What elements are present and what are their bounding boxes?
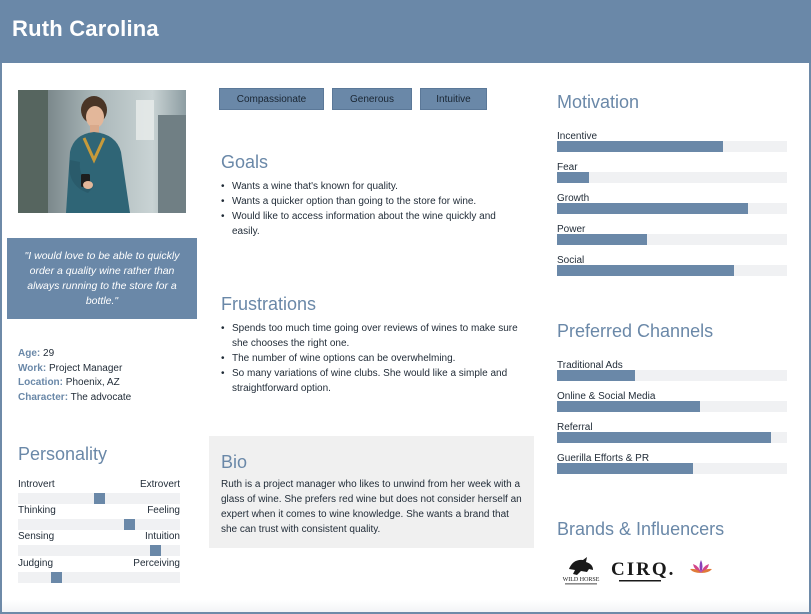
brand-logos: WILD HORSE CIRQ. bbox=[557, 555, 787, 587]
trait-right-label: Perceiving bbox=[133, 558, 180, 569]
lotus-logo bbox=[690, 558, 712, 576]
motivation-item: Incentive bbox=[557, 131, 787, 155]
list-item: So many variations of wine clubs. She wo… bbox=[221, 366, 521, 396]
bar-fill bbox=[557, 141, 723, 152]
bio-heading: Bio bbox=[221, 452, 248, 472]
brands-heading: Brands & Influencers bbox=[557, 519, 725, 539]
motivation-item: Growth bbox=[557, 193, 787, 217]
personality-trait: Thinking Feeling bbox=[18, 505, 180, 531]
bar-track bbox=[557, 370, 787, 381]
trait-marker bbox=[94, 493, 105, 504]
header-banner: Ruth Carolina bbox=[0, 0, 811, 63]
list-item: Spends too much time going over reviews … bbox=[221, 321, 521, 351]
list-item: The number of wine options can be overwh… bbox=[221, 351, 521, 366]
list-item: Wants a quicker option than going to the… bbox=[221, 194, 521, 209]
trait-left-label: Sensing bbox=[18, 531, 55, 542]
trait-right-label: Extrovert bbox=[139, 479, 180, 490]
fact-location: Location: Phoenix, AZ bbox=[18, 376, 131, 391]
fact-value: The advocate bbox=[70, 391, 132, 403]
lotus-icon bbox=[690, 560, 712, 573]
cirq-wordmark: CIRQ. bbox=[611, 559, 675, 582]
trait-marker bbox=[150, 545, 161, 556]
tag-generous: Generous bbox=[332, 88, 412, 110]
bar-fill bbox=[557, 234, 647, 245]
trait-track bbox=[18, 519, 180, 530]
list-item: Would like to access information about t… bbox=[221, 209, 521, 239]
trait-marker bbox=[51, 572, 62, 583]
channel-item: Online & Social Media bbox=[557, 391, 787, 415]
trait-left-label: Judging bbox=[18, 558, 54, 569]
bar-track bbox=[557, 265, 787, 276]
personality-heading: Personality bbox=[18, 444, 108, 464]
trait-marker bbox=[124, 519, 135, 530]
cirq-logo: CIRQ. bbox=[609, 555, 675, 587]
svg-text:CIRQ.: CIRQ. bbox=[611, 559, 675, 580]
list-item: Wants a wine that's known for quality. bbox=[221, 179, 521, 194]
fact-value: Project Manager bbox=[48, 362, 123, 374]
motivation-item: Social bbox=[557, 255, 787, 279]
trait-tags: Compassionate Generous Intuitive bbox=[219, 88, 487, 110]
fact-character: Character: The advocate bbox=[18, 391, 131, 406]
bar-track bbox=[557, 172, 787, 183]
fact-work: Work: Project Manager bbox=[18, 362, 131, 377]
persona-facts: Age: 29 Work: Project Manager Location: … bbox=[18, 347, 131, 405]
bar-track bbox=[557, 463, 787, 474]
fact-label: Location: bbox=[18, 377, 63, 388]
wild-horse-logo: WILD HORSE bbox=[557, 555, 605, 587]
channel-item: Traditional Ads bbox=[557, 360, 787, 384]
bottom-fade bbox=[2, 600, 809, 612]
bar-fill bbox=[557, 172, 590, 183]
goals-heading: Goals bbox=[221, 152, 269, 172]
tag-intuitive: Intuitive bbox=[420, 88, 487, 110]
fact-label: Work: bbox=[18, 362, 47, 374]
goals-list: Wants a wine that's known for quality. W… bbox=[221, 179, 521, 239]
trait-right-label: Intuition bbox=[144, 531, 180, 542]
personality-trait: Introvert Extrovert bbox=[18, 479, 180, 505]
bar-fill bbox=[557, 265, 735, 276]
trait-right-label: Feeling bbox=[147, 505, 180, 516]
channel-item: Guerilla Efforts & PR bbox=[557, 453, 787, 477]
fact-value: Phoenix, AZ bbox=[65, 377, 120, 388]
trait-left-label: Introvert bbox=[18, 479, 55, 490]
motivation-item: Fear bbox=[557, 162, 787, 186]
persona-name: Ruth Carolina bbox=[12, 16, 159, 41]
bar-fill bbox=[557, 203, 748, 214]
persona-photo-image bbox=[18, 90, 186, 213]
motivation-heading: Motivation bbox=[557, 92, 640, 112]
bar-fill bbox=[557, 463, 693, 474]
personality-trait: Judging Perceiving bbox=[18, 558, 180, 584]
horse-icon: WILD HORSE bbox=[563, 557, 600, 585]
trait-track bbox=[18, 572, 180, 583]
fact-label: Age: bbox=[18, 348, 41, 359]
fact-label: Character: bbox=[18, 391, 69, 403]
bar-fill bbox=[557, 370, 636, 381]
motivation-item: Power bbox=[557, 224, 787, 248]
bar-track bbox=[557, 234, 787, 245]
bar-track bbox=[557, 432, 787, 443]
bar-fill bbox=[557, 401, 700, 412]
persona-photo bbox=[18, 90, 186, 213]
personality-trait: Sensing Intuition bbox=[18, 531, 180, 557]
bar-fill bbox=[557, 432, 771, 443]
channels-heading: Preferred Channels bbox=[557, 321, 714, 341]
bio-text: Ruth is a project manager who likes to u… bbox=[221, 479, 522, 535]
bar-track bbox=[557, 203, 787, 214]
persona-quote: "I would love to be able to quickly orde… bbox=[7, 238, 197, 319]
fact-age: Age: 29 bbox=[18, 347, 131, 362]
trait-left-label: Thinking bbox=[18, 505, 56, 516]
bar-track bbox=[557, 141, 787, 152]
bar-track bbox=[557, 401, 787, 412]
svg-text:WILD HORSE: WILD HORSE bbox=[563, 577, 600, 583]
frustrations-list: Spends too much time going over reviews … bbox=[221, 321, 521, 396]
fact-value: 29 bbox=[43, 348, 55, 359]
tag-compassionate: Compassionate bbox=[219, 88, 324, 110]
frustrations-heading: Frustrations bbox=[221, 294, 317, 314]
channel-item: Referral bbox=[557, 422, 787, 446]
